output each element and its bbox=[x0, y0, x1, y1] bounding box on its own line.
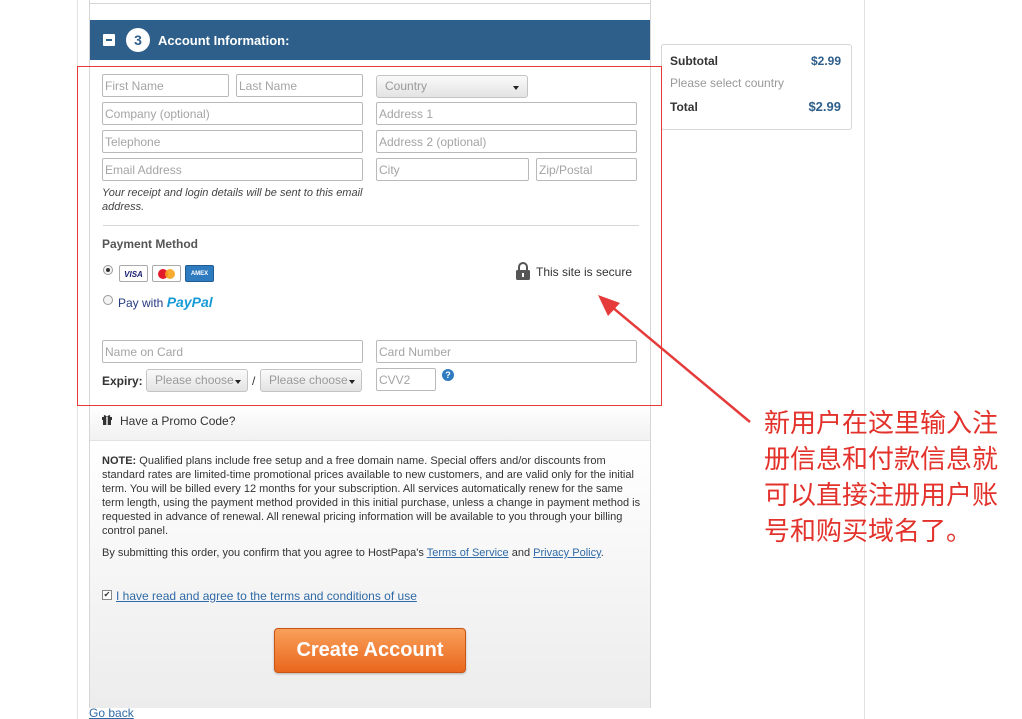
telephone-input[interactable] bbox=[102, 130, 363, 153]
checkout-panel: 3 Account Information: Country Your rece… bbox=[89, 0, 651, 708]
create-account-button[interactable]: Create Account bbox=[274, 628, 466, 673]
visa-icon: VISA bbox=[119, 265, 148, 282]
divider bbox=[103, 225, 639, 226]
agree-checkbox[interactable]: ✔ bbox=[102, 590, 112, 600]
secure-text: This site is secure bbox=[536, 265, 633, 279]
total-value: $2.99 bbox=[808, 99, 841, 114]
country-select[interactable]: Country bbox=[376, 75, 528, 98]
privacy-policy-link[interactable]: Privacy Policy bbox=[533, 547, 601, 559]
address1-input[interactable] bbox=[376, 102, 637, 125]
city-input[interactable] bbox=[376, 158, 529, 181]
collapse-icon[interactable] bbox=[103, 34, 115, 46]
section-title: Account Information: bbox=[158, 33, 290, 48]
total-label: Total bbox=[670, 100, 698, 114]
address2-input[interactable] bbox=[376, 130, 637, 153]
email-note: Your receipt and login details will be s… bbox=[102, 187, 363, 213]
order-summary: Subtotal $2.99 Please select country Tot… bbox=[661, 44, 852, 130]
mastercard-icon bbox=[152, 265, 181, 282]
expiry-label: Expiry: bbox=[102, 374, 143, 388]
annotation-arrow bbox=[598, 295, 751, 423]
gift-icon bbox=[102, 414, 112, 426]
company-input[interactable] bbox=[102, 102, 363, 125]
paypal-prefix: Pay with bbox=[118, 296, 164, 310]
email-input[interactable] bbox=[102, 158, 363, 181]
promo-bar[interactable]: Have a Promo Code? bbox=[90, 405, 650, 441]
paypal-logo: PayPal bbox=[166, 294, 213, 310]
annotation-text: 新用户在这里输入注册信息和付款信息就可以直接注册用户账号和购买域名了。 bbox=[764, 409, 999, 547]
expiry-year-select[interactable]: Please choose bbox=[260, 369, 362, 392]
card-radio[interactable] bbox=[103, 265, 113, 275]
amex-icon: AMEX bbox=[185, 265, 214, 282]
note-text: NOTE: Qualified plans include free setup… bbox=[102, 455, 641, 537]
lock-icon bbox=[515, 262, 531, 280]
country-hint: Please select country bbox=[670, 76, 785, 90]
subtotal-value: $2.99 bbox=[810, 54, 841, 68]
zip-input[interactable] bbox=[536, 158, 637, 181]
chevron-down-icon bbox=[349, 380, 355, 384]
last-name-input[interactable] bbox=[236, 74, 363, 97]
submit-agreement-text: By submitting this order, you confirm th… bbox=[102, 547, 604, 559]
paypal-radio[interactable] bbox=[103, 295, 113, 305]
expiry-separator: / bbox=[252, 374, 256, 388]
terms-of-service-link[interactable]: Terms of Service bbox=[427, 547, 509, 559]
country-select-value: Country bbox=[385, 79, 428, 93]
go-back-link[interactable]: Go back bbox=[89, 706, 134, 719]
step-number: 3 bbox=[126, 28, 150, 52]
chevron-down-icon bbox=[513, 86, 519, 90]
paypal-option[interactable]: Pay with PayPal bbox=[118, 294, 213, 310]
previous-section-edge bbox=[90, 0, 650, 4]
account-info-header[interactable]: 3 Account Information: bbox=[90, 20, 650, 60]
cvv-input[interactable] bbox=[376, 368, 436, 391]
expiry-month-value: Please choose bbox=[155, 373, 234, 387]
promo-link[interactable]: Have a Promo Code? bbox=[120, 414, 235, 428]
first-name-input[interactable] bbox=[102, 74, 229, 97]
subtotal-label: Subtotal bbox=[670, 54, 718, 68]
expiry-year-value: Please choose bbox=[269, 373, 348, 387]
agree-terms-link[interactable]: I have read and agree to the terms and c… bbox=[116, 589, 417, 603]
name-on-card-input[interactable] bbox=[102, 340, 363, 363]
expiry-month-select[interactable]: Please choose bbox=[146, 369, 248, 392]
payment-method-heading: Payment Method bbox=[102, 237, 199, 251]
cvv-help-icon[interactable]: ? bbox=[442, 369, 454, 381]
terms-area: NOTE: Qualified plans include free setup… bbox=[90, 442, 650, 708]
chevron-down-icon bbox=[235, 380, 241, 384]
